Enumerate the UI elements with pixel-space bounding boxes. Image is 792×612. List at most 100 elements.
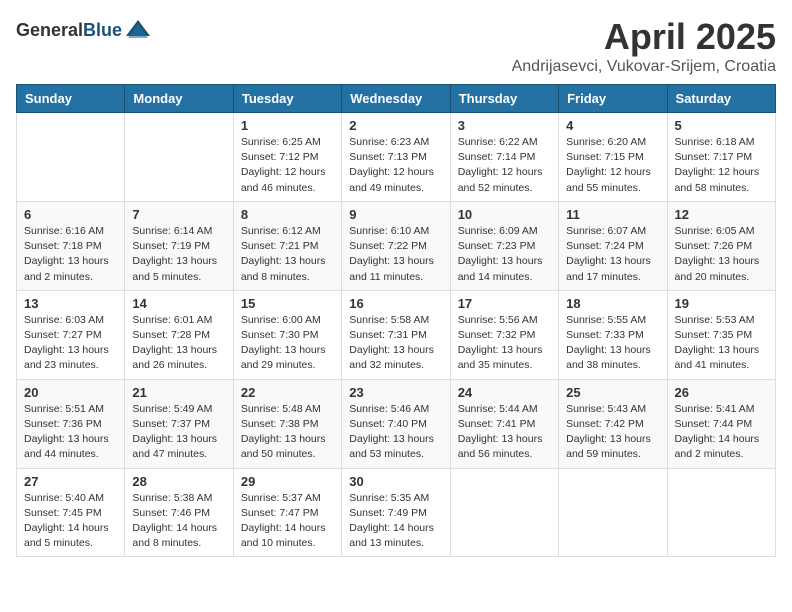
day-info: Sunrise: 6:18 AM Sunset: 7:17 PM Dayligh… [675,135,768,196]
calendar-cell: 26 Sunrise: 5:41 AM Sunset: 7:44 PM Dayli… [667,379,775,468]
calendar-body: 1 Sunrise: 6:25 AM Sunset: 7:12 PM Daylig… [17,113,776,557]
calendar-table: SundayMondayTuesdayWednesdayThursdayFrid… [16,84,776,557]
day-info: Sunrise: 5:58 AM Sunset: 7:31 PM Dayligh… [349,313,442,374]
calendar-cell: 17 Sunrise: 5:56 AM Sunset: 7:32 PM Dayli… [450,290,558,379]
day-number: 11 [566,207,659,222]
logo: GeneralBlue [16,16,152,44]
day-number: 2 [349,118,442,133]
day-number: 4 [566,118,659,133]
day-number: 28 [132,474,225,489]
day-info: Sunrise: 6:09 AM Sunset: 7:23 PM Dayligh… [458,224,551,285]
day-number: 21 [132,385,225,400]
calendar-cell: 12Sunrise: 6:05 AM Sunset: 7:26 PM Dayli… [667,201,775,290]
weekday-row: SundayMondayTuesdayWednesdayThursdayFrid… [17,85,776,113]
calendar-cell [450,468,558,557]
day-number: 30 [349,474,442,489]
title-area: April 2025 Andrijasevci, Vukovar-Srijem,… [512,16,776,76]
calendar-cell: 6Sunrise: 6:16 AM Sunset: 7:18 PM Daylig… [17,201,125,290]
logo-icon [124,16,152,44]
calendar-cell: 30Sunrise: 5:35 AM Sunset: 7:49 PM Dayli… [342,468,450,557]
day-number: 27 [24,474,117,489]
calendar-cell: 25 Sunrise: 5:43 AM Sunset: 7:42 PM Dayli… [559,379,667,468]
weekday-header-saturday: Saturday [667,85,775,113]
weekday-header-thursday: Thursday [450,85,558,113]
calendar-cell: 15 Sunrise: 6:00 AM Sunset: 7:30 PM Dayli… [233,290,341,379]
day-info: Sunrise: 6:07 AM Sunset: 7:24 PM Dayligh… [566,224,659,285]
day-number: 25 [566,385,659,400]
calendar-cell: 20 Sunrise: 5:51 AM Sunset: 7:36 PM Dayli… [17,379,125,468]
day-info: Sunrise: 6:25 AM Sunset: 7:12 PM Dayligh… [241,135,334,196]
calendar-cell: 2 Sunrise: 6:23 AM Sunset: 7:13 PM Daylig… [342,113,450,202]
calendar-cell: 21Sunrise: 5:49 AM Sunset: 7:37 PM Dayli… [125,379,233,468]
day-number: 20 [24,385,117,400]
logo-blue: Blue [83,20,122,40]
calendar-header: SundayMondayTuesdayWednesdayThursdayFrid… [17,85,776,113]
day-info: Sunrise: 5:43 AM Sunset: 7:42 PM Dayligh… [566,402,659,463]
day-number: 1 [241,118,334,133]
weekday-header-sunday: Sunday [17,85,125,113]
day-number: 3 [458,118,551,133]
calendar-cell: 14Sunrise: 6:01 AM Sunset: 7:28 PM Dayli… [125,290,233,379]
day-number: 29 [241,474,334,489]
day-number: 9 [349,207,442,222]
calendar-cell: 3 Sunrise: 6:22 AM Sunset: 7:14 PM Daylig… [450,113,558,202]
calendar-cell: 7Sunrise: 6:14 AM Sunset: 7:19 PM Daylig… [125,201,233,290]
calendar-week-row: 1 Sunrise: 6:25 AM Sunset: 7:12 PM Daylig… [17,113,776,202]
calendar-cell: 16 Sunrise: 5:58 AM Sunset: 7:31 PM Dayli… [342,290,450,379]
day-number: 16 [349,296,442,311]
day-info: Sunrise: 5:40 AM Sunset: 7:45 PM Dayligh… [24,491,117,552]
day-info: Sunrise: 6:23 AM Sunset: 7:13 PM Dayligh… [349,135,442,196]
page-header: GeneralBlue April 2025 Andrijasevci, Vuk… [16,16,776,76]
day-info: Sunrise: 5:41 AM Sunset: 7:44 PM Dayligh… [675,402,768,463]
day-number: 15 [241,296,334,311]
day-info: Sunrise: 5:56 AM Sunset: 7:32 PM Dayligh… [458,313,551,374]
calendar-cell: 29Sunrise: 5:37 AM Sunset: 7:47 PM Dayli… [233,468,341,557]
day-info: Sunrise: 5:44 AM Sunset: 7:41 PM Dayligh… [458,402,551,463]
day-number: 10 [458,207,551,222]
day-info: Sunrise: 6:20 AM Sunset: 7:15 PM Dayligh… [566,135,659,196]
day-number: 26 [675,385,768,400]
day-number: 6 [24,207,117,222]
calendar-cell: 23 Sunrise: 5:46 AM Sunset: 7:40 PM Dayli… [342,379,450,468]
day-info: Sunrise: 5:55 AM Sunset: 7:33 PM Dayligh… [566,313,659,374]
day-info: Sunrise: 6:22 AM Sunset: 7:14 PM Dayligh… [458,135,551,196]
day-number: 17 [458,296,551,311]
calendar-cell: 28Sunrise: 5:38 AM Sunset: 7:46 PM Dayli… [125,468,233,557]
day-info: Sunrise: 5:46 AM Sunset: 7:40 PM Dayligh… [349,402,442,463]
day-info: Sunrise: 5:51 AM Sunset: 7:36 PM Dayligh… [24,402,117,463]
day-info: Sunrise: 5:53 AM Sunset: 7:35 PM Dayligh… [675,313,768,374]
calendar-cell: 19 Sunrise: 5:53 AM Sunset: 7:35 PM Dayli… [667,290,775,379]
calendar-cell: 22 Sunrise: 5:48 AM Sunset: 7:38 PM Dayli… [233,379,341,468]
weekday-header-monday: Monday [125,85,233,113]
calendar-cell [667,468,775,557]
day-number: 22 [241,385,334,400]
calendar-cell: 27 Sunrise: 5:40 AM Sunset: 7:45 PM Dayli… [17,468,125,557]
day-number: 14 [132,296,225,311]
logo-general: General [16,20,83,40]
calendar-week-row: 20 Sunrise: 5:51 AM Sunset: 7:36 PM Dayli… [17,379,776,468]
day-info: Sunrise: 6:00 AM Sunset: 7:30 PM Dayligh… [241,313,334,374]
calendar-cell: 10 Sunrise: 6:09 AM Sunset: 7:23 PM Dayli… [450,201,558,290]
day-number: 24 [458,385,551,400]
day-number: 7 [132,207,225,222]
calendar-cell: 5 Sunrise: 6:18 AM Sunset: 7:17 PM Daylig… [667,113,775,202]
calendar-cell: 11 Sunrise: 6:07 AM Sunset: 7:24 PM Dayli… [559,201,667,290]
calendar-cell [559,468,667,557]
day-number: 12 [675,207,768,222]
day-number: 19 [675,296,768,311]
calendar-cell [125,113,233,202]
calendar-week-row: 13Sunrise: 6:03 AM Sunset: 7:27 PM Dayli… [17,290,776,379]
day-number: 5 [675,118,768,133]
calendar-cell [17,113,125,202]
calendar-week-row: 6Sunrise: 6:16 AM Sunset: 7:18 PM Daylig… [17,201,776,290]
calendar-cell: 4 Sunrise: 6:20 AM Sunset: 7:15 PM Daylig… [559,113,667,202]
weekday-header-wednesday: Wednesday [342,85,450,113]
calendar-cell: 9 Sunrise: 6:10 AM Sunset: 7:22 PM Daylig… [342,201,450,290]
weekday-header-tuesday: Tuesday [233,85,341,113]
day-number: 23 [349,385,442,400]
day-info: Sunrise: 6:10 AM Sunset: 7:22 PM Dayligh… [349,224,442,285]
calendar-cell: 18Sunrise: 5:55 AM Sunset: 7:33 PM Dayli… [559,290,667,379]
calendar-cell: 24 Sunrise: 5:44 AM Sunset: 7:41 PM Dayli… [450,379,558,468]
calendar-cell: 13Sunrise: 6:03 AM Sunset: 7:27 PM Dayli… [17,290,125,379]
day-info: Sunrise: 5:48 AM Sunset: 7:38 PM Dayligh… [241,402,334,463]
